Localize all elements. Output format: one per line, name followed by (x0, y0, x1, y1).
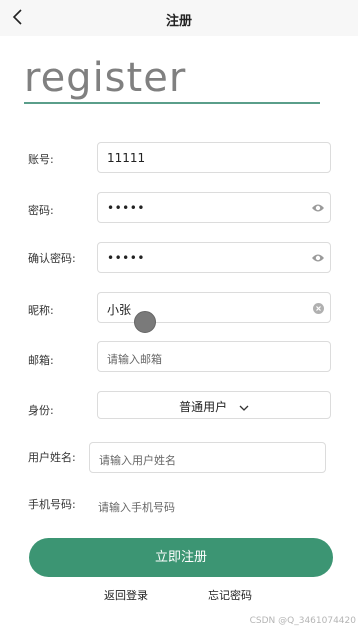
back-to-login-link[interactable]: 返回登录 (104, 587, 148, 603)
confirm-password-label: 确认密码: (28, 252, 76, 265)
watermark: CSDN @Q_3461074420 (249, 616, 356, 626)
forgot-password-link[interactable]: 忘记密码 (208, 587, 252, 603)
nickname-value: 小张 (107, 303, 132, 317)
confirm-password-input[interactable]: ••••• (97, 242, 331, 273)
eye-icon[interactable] (311, 252, 325, 264)
confirm-password-value: ••••• (107, 251, 145, 265)
hero-title: register (24, 55, 187, 101)
nickname-label: 昵称: (28, 304, 54, 317)
nav-bar: 注册 (0, 0, 358, 36)
hero-underline (24, 102, 320, 104)
account-input[interactable]: 11111 (97, 142, 331, 173)
password-value: ••••• (107, 201, 145, 215)
identity-label: 身份: (28, 404, 54, 417)
clear-icon[interactable] (313, 303, 324, 314)
email-placeholder: 请输入邮箱 (107, 353, 162, 366)
identity-value: 普通用户 (179, 400, 228, 414)
account-value: 11111 (107, 151, 146, 165)
page-title: 注册 (165, 14, 192, 29)
email-input[interactable]: 请输入邮箱 (97, 341, 331, 372)
chevron-down-icon (239, 405, 249, 411)
realname-placeholder: 请输入用户姓名 (99, 454, 176, 467)
realname-label: 用户姓名: (28, 451, 76, 464)
touch-indicator (134, 311, 156, 333)
account-label: 账号: (28, 153, 54, 166)
nickname-input[interactable]: 小张 (97, 292, 331, 323)
phone-placeholder: 请输入手机号码 (98, 501, 175, 514)
realname-input[interactable]: 请输入用户姓名 (89, 442, 326, 473)
eye-icon[interactable] (311, 202, 325, 214)
email-label: 邮箱: (28, 354, 54, 367)
register-button[interactable]: 立即注册 (29, 538, 333, 577)
identity-select[interactable]: 普通用户 (97, 391, 331, 419)
password-input[interactable]: ••••• (97, 192, 331, 223)
password-label: 密码: (28, 204, 54, 217)
phone-input[interactable]: 请输入手机号码 (89, 490, 326, 520)
phone-label: 手机号码: (28, 498, 76, 511)
